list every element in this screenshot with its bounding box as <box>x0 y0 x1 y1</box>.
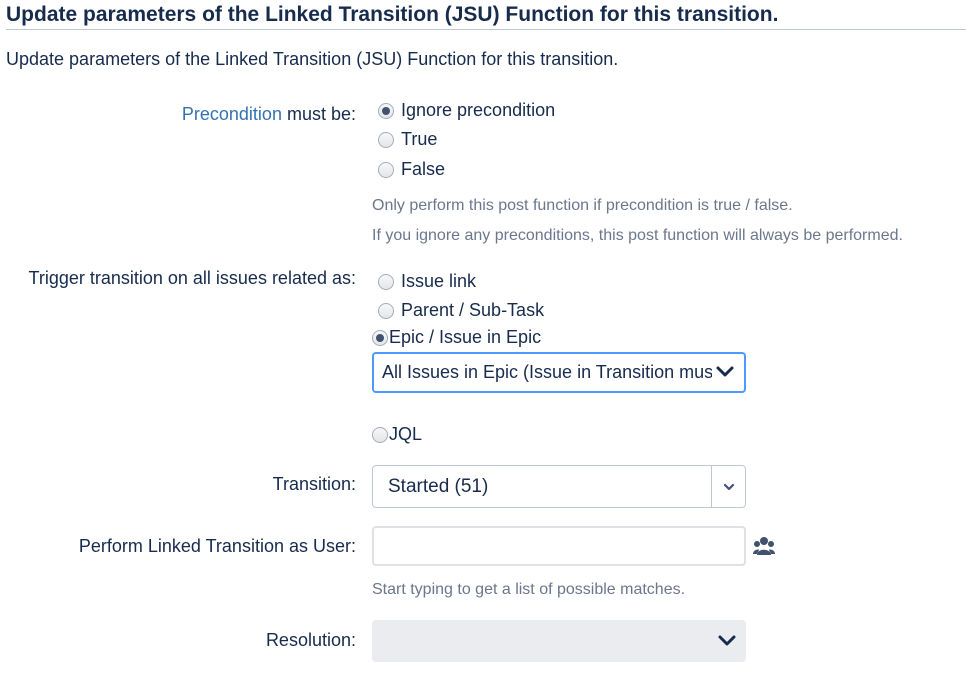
radio-label: Parent / Sub-Task <box>401 300 545 320</box>
trigger-option-jql[interactable]: JQL <box>372 424 422 445</box>
user-group-icon[interactable] <box>753 536 775 556</box>
radio-label: Epic / Issue in Epic <box>389 327 542 347</box>
resolution-select[interactable] <box>372 620 746 662</box>
precondition-help-2: If you ignore any preconditions, this po… <box>372 227 903 244</box>
radio-issue-link[interactable] <box>378 273 394 290</box>
transition-dropdown-button[interactable] <box>711 466 745 507</box>
trigger-option-issue-link[interactable]: Issue link <box>378 271 476 292</box>
epic-relation-select-value: All Issues in Epic (Issue in Transition … <box>382 362 712 382</box>
radio-label: True <box>401 129 438 149</box>
page-description: Update parameters of the Linked Transiti… <box>6 49 619 69</box>
precondition-label-suffix: must be: <box>281 104 356 124</box>
precondition-option-ignore[interactable]: Ignore precondition <box>378 100 555 121</box>
radio-epic[interactable] <box>372 329 388 346</box>
radio-parent-subtask[interactable] <box>378 302 394 319</box>
user-picker-input[interactable] <box>372 526 746 566</box>
radio-label: Ignore precondition <box>401 100 556 120</box>
radio-true[interactable] <box>378 131 394 148</box>
trigger-label: Trigger transition on all issues related… <box>28 268 357 288</box>
radio-jql[interactable] <box>372 426 388 443</box>
precondition-option-true[interactable]: True <box>378 129 437 150</box>
user-label: Perform Linked Transition as User: <box>78 536 356 556</box>
radio-ignore-precondition[interactable] <box>378 102 394 119</box>
precondition-option-false[interactable]: False <box>378 159 445 180</box>
radio-false[interactable] <box>378 161 394 178</box>
chevron-down-icon <box>716 366 734 377</box>
transition-select[interactable]: Started (51) <box>372 465 746 508</box>
resolution-label: Resolution: <box>265 630 356 650</box>
precondition-help-1: Only perform this post function if preco… <box>372 197 793 214</box>
radio-label: False <box>401 159 446 179</box>
transition-label: Transition: <box>272 474 356 494</box>
trigger-option-parent-subtask[interactable]: Parent / Sub-Task <box>378 300 544 321</box>
precondition-label: Precondition must be: <box>182 104 356 125</box>
radio-label: JQL <box>389 424 423 444</box>
epic-relation-select[interactable]: All Issues in Epic (Issue in Transition … <box>372 352 746 393</box>
radio-label: Issue link <box>401 271 477 291</box>
transition-select-value: Started (51) <box>388 475 489 497</box>
user-help: Start typing to get a list of possible m… <box>372 581 686 598</box>
precondition-link[interactable]: Precondition <box>182 104 282 124</box>
chevron-down-icon <box>718 635 736 646</box>
chevron-down-icon <box>723 483 734 490</box>
trigger-option-epic[interactable]: Epic / Issue in Epic <box>372 327 541 348</box>
page-title: Update parameters of the Linked Transiti… <box>6 3 966 30</box>
